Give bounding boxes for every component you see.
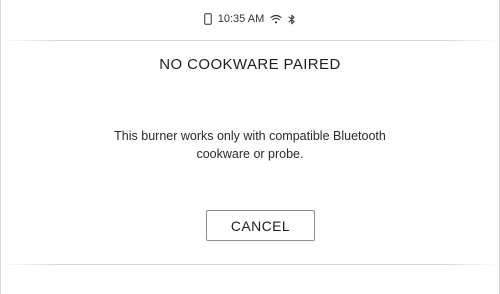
cookware-pairing-screen: 10:35 AM NO COOKWARE PAIRED This burner … bbox=[0, 0, 500, 294]
status-time: 10:35 AM bbox=[217, 13, 265, 25]
phone-icon bbox=[204, 13, 212, 25]
cancel-button[interactable]: CANCEL bbox=[206, 210, 315, 241]
bluetooth-icon bbox=[288, 14, 296, 25]
top-divider bbox=[1, 40, 499, 41]
dialog-message-line-2: cookware or probe. bbox=[196, 147, 304, 161]
dialog-title: NO COOKWARE PAIRED bbox=[159, 56, 341, 73]
dialog-message-line-1: This burner works only with compatible B… bbox=[114, 129, 386, 143]
bottom-divider bbox=[1, 264, 499, 265]
status-bar: 10:35 AM bbox=[1, 10, 499, 28]
wifi-icon bbox=[270, 14, 282, 24]
dialog-message: This burner works only with compatible B… bbox=[1, 127, 499, 163]
